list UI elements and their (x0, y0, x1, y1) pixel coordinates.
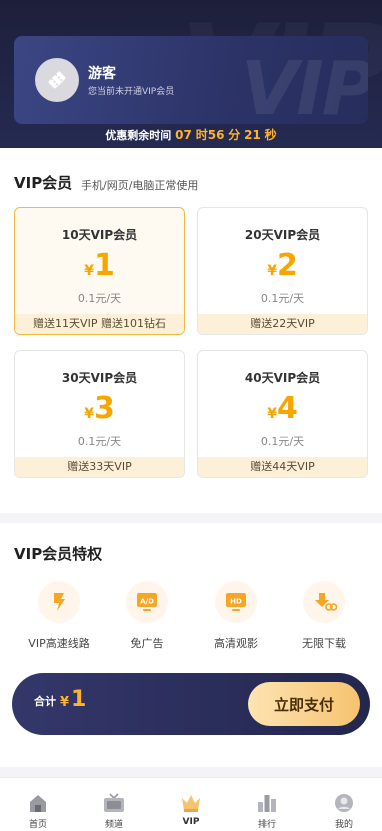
package-price: ¥2 (198, 248, 367, 283)
tab-profile[interactable]: 我的 (306, 778, 382, 831)
privilege-no-ads: A/D 免广告 (107, 581, 187, 651)
package-name: 30天VIP会员 (61, 371, 138, 385)
payment-bar: 合计 ¥ 1 立即支付 (12, 673, 370, 735)
bottom-tabbar: 首页 频道 VIP 排行 我的 (0, 777, 382, 831)
lightning-icon (38, 581, 80, 623)
ticket-icon (48, 71, 66, 89)
profile-icon (332, 791, 356, 815)
currency-symbol: ¥ (267, 263, 277, 279)
privilege-label: 免广告 (130, 637, 164, 650)
package-card-20-days[interactable]: 20天VIP会员 ¥2 0.1元/天 赠送22天VIP (197, 207, 368, 335)
hd-icon: HD (215, 581, 257, 623)
price-amount: 4 (276, 391, 298, 426)
price-per-day: 0.1元/天 (260, 292, 305, 305)
package-bonus: 赠送11天VIP 赠送101钻石 (15, 314, 184, 334)
package-name: 20天VIP会员 (244, 228, 321, 242)
countdown-minutes-unit: 分 (228, 128, 241, 142)
package-price: ¥3 (15, 391, 184, 426)
price-amount: 1 (93, 248, 115, 283)
privilege-hd: HD 高清观影 (196, 581, 276, 651)
privilege-label: VIP高速线路 (28, 637, 90, 650)
tab-channel[interactable]: 频道 (76, 778, 152, 831)
tab-vip[interactable]: VIP (153, 778, 229, 831)
price-per-day: 0.1元/天 (260, 435, 305, 448)
tab-label: VIP (182, 817, 200, 827)
download-icon (303, 581, 345, 623)
card-watermark: VIP (240, 46, 368, 124)
package-bonus: 赠送22天VIP (198, 314, 367, 334)
countdown-seconds: 21 (244, 128, 261, 142)
header-banner: VIP VIP 游客 您当前未开通VIP会员 优惠剩余时间 07 时56 分 2… (0, 0, 382, 148)
privileges-section: VIP会员特权 VIP高速线路 A/D 免广告 HD 高清观影 无限下载 合计 … (0, 523, 382, 767)
tab-label: 频道 (104, 820, 123, 830)
privilege-label: 无限下载 (302, 637, 346, 650)
currency-symbol: ¥ (84, 263, 94, 279)
package-name: 10天VIP会员 (61, 228, 138, 242)
svg-text:A/D: A/D (140, 598, 154, 606)
tab-label: 首页 (28, 820, 47, 830)
avatar[interactable] (35, 58, 79, 102)
no-ads-icon: A/D (126, 581, 168, 623)
countdown-seconds-unit: 秒 (264, 128, 277, 142)
privilege-download: 无限下载 (284, 581, 364, 651)
total-amount: 1 (71, 687, 87, 712)
price-amount: 3 (93, 391, 115, 426)
package-card-10-days[interactable]: 10天VIP会员 ¥1 0.1元/天 赠送11天VIP 赠送101钻石 (14, 207, 185, 335)
package-bonus: 赠送44天VIP (198, 457, 367, 477)
package-section-subtitle: 手机/网页/电脑正常使用 (81, 179, 199, 192)
package-name: 40天VIP会员 (244, 371, 321, 385)
countdown-hours-unit: 时 (195, 128, 208, 142)
home-icon (26, 791, 50, 815)
promo-countdown: 优惠剩余时间 07 时56 分 21 秒 (0, 126, 382, 143)
pay-now-button[interactable]: 立即支付 (248, 682, 360, 726)
crown-icon (179, 791, 203, 815)
countdown-label: 优惠剩余时间 (105, 129, 172, 142)
svg-text:HD: HD (230, 598, 242, 606)
privileges-title: VIP会员特权 (14, 545, 103, 563)
tab-ranking[interactable]: 排行 (229, 778, 305, 831)
price-amount: 2 (276, 248, 298, 283)
tab-label: 我的 (334, 820, 353, 830)
ranking-icon (255, 791, 279, 815)
price-per-day: 0.1元/天 (77, 292, 122, 305)
tab-label: 排行 (257, 820, 276, 830)
countdown-hours: 07 (175, 128, 192, 142)
currency-symbol: ¥ (84, 406, 94, 422)
total-label: 合计 (34, 695, 56, 708)
tab-home[interactable]: 首页 (0, 778, 76, 831)
package-section: VIP会员 手机/网页/电脑正常使用 10天VIP会员 ¥1 0.1元/天 赠送… (0, 148, 382, 513)
tv-icon (102, 791, 126, 815)
package-card-40-days[interactable]: 40天VIP会员 ¥4 0.1元/天 赠送44天VIP (197, 350, 368, 478)
privilege-label: 高清观影 (214, 637, 258, 650)
user-vip-status: 您当前未开通VIP会员 (88, 87, 175, 97)
privilege-high-speed: VIP高速线路 (19, 581, 99, 651)
total-currency: ¥ (60, 695, 70, 710)
package-price: ¥1 (15, 248, 184, 283)
currency-symbol: ¥ (267, 406, 277, 422)
package-card-30-days[interactable]: 30天VIP会员 ¥3 0.1元/天 赠送33天VIP (14, 350, 185, 478)
price-per-day: 0.1元/天 (77, 435, 122, 448)
package-price: ¥4 (198, 391, 367, 426)
package-bonus: 赠送33天VIP (15, 457, 184, 477)
user-vip-card[interactable]: VIP 游客 您当前未开通VIP会员 (14, 36, 368, 124)
user-name: 游客 (88, 66, 116, 82)
countdown-minutes: 56 (207, 128, 225, 142)
package-section-title: VIP会员 (14, 174, 73, 192)
